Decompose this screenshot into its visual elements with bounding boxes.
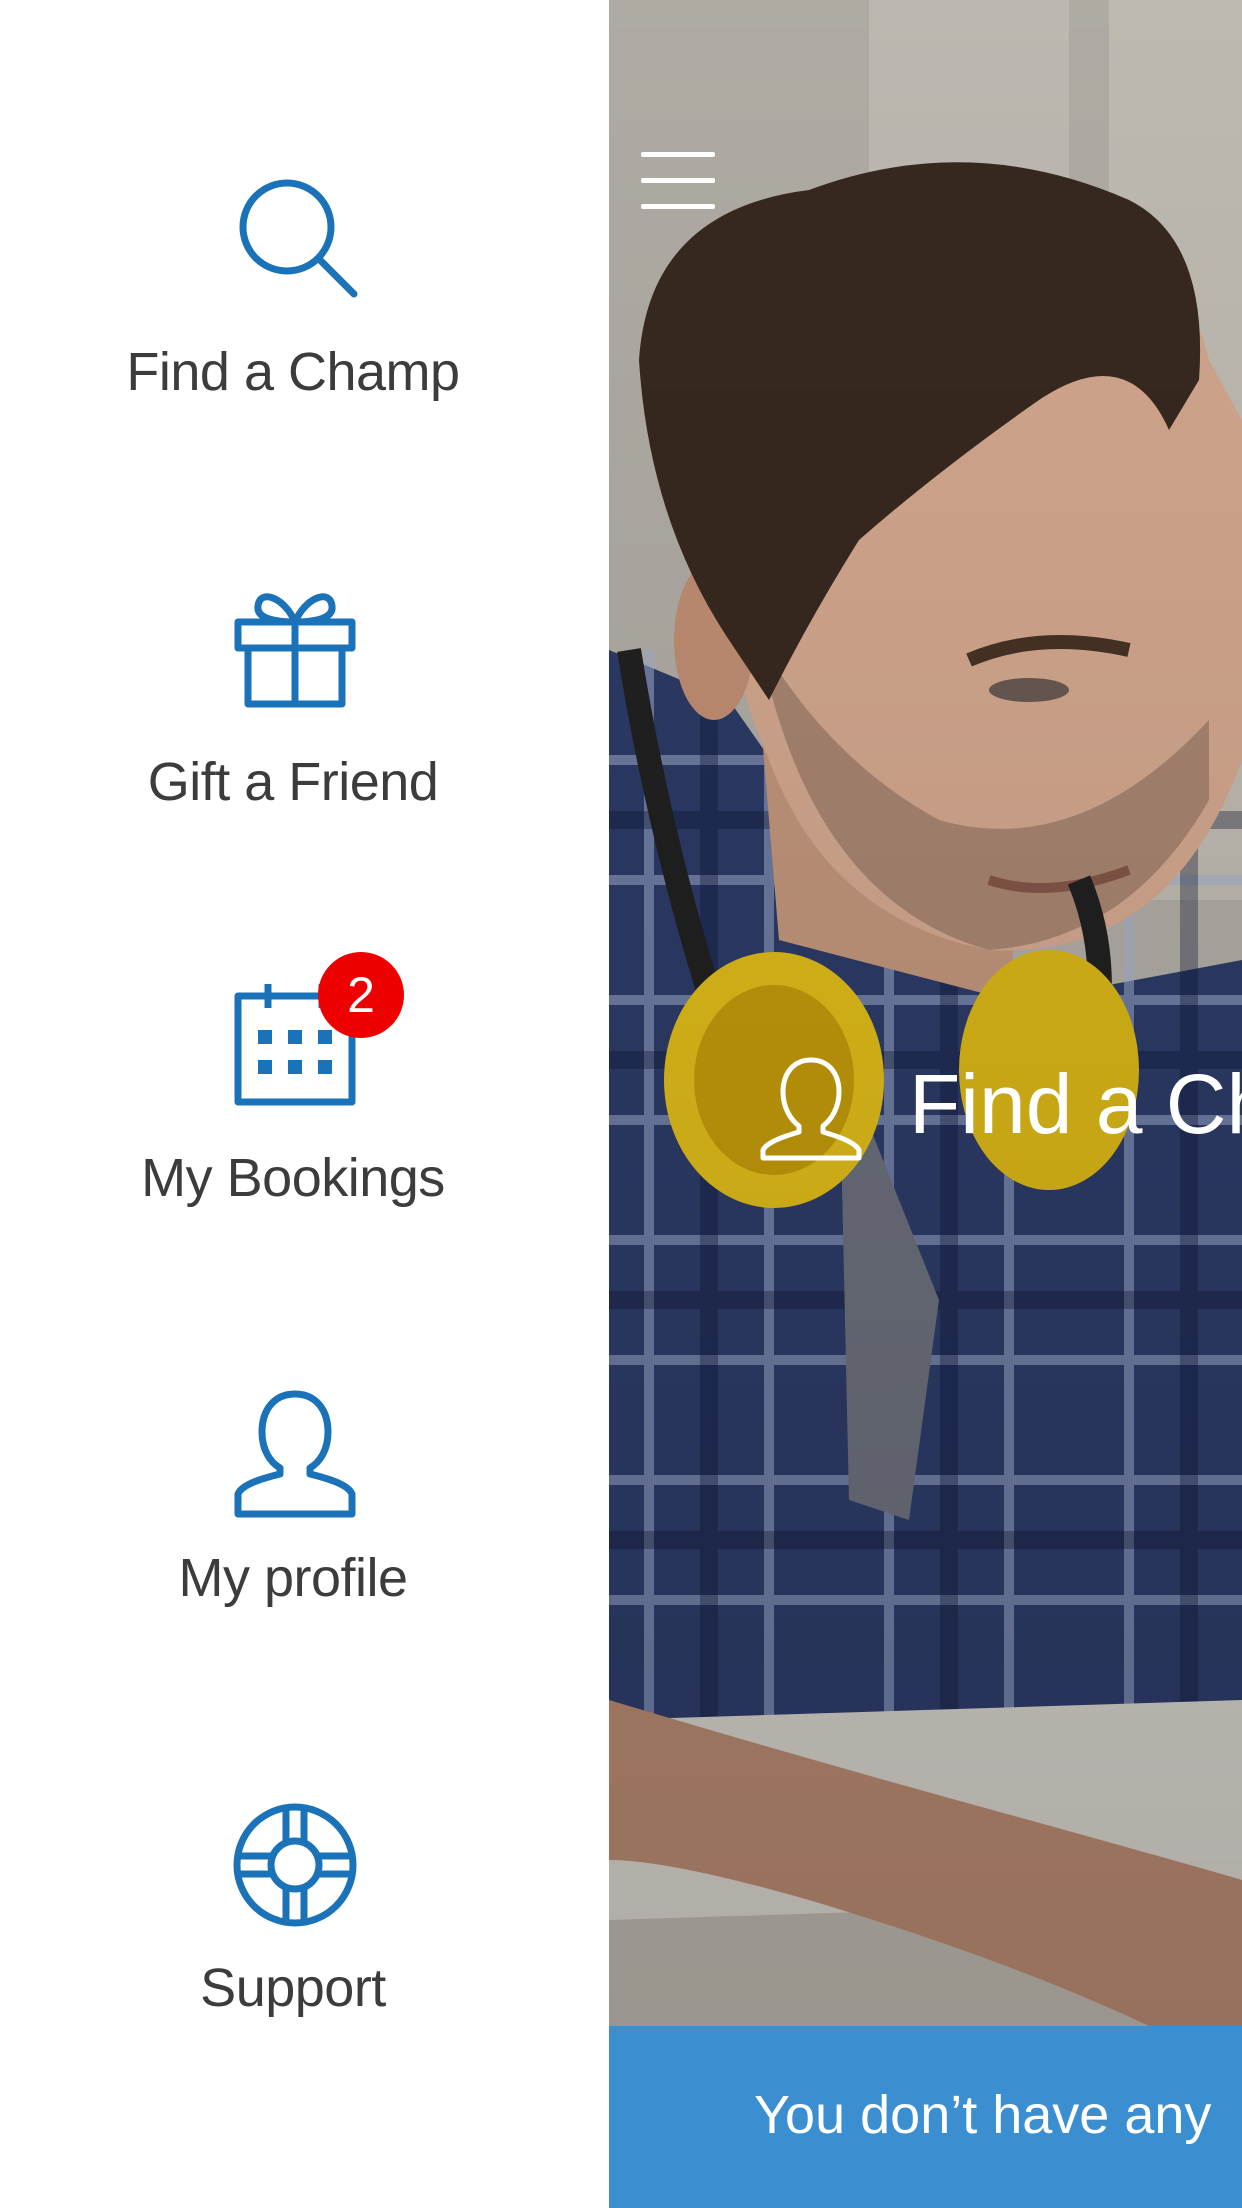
menu-item-support[interactable]: Support (0, 1800, 609, 2030)
bookings-count-badge: 2 (318, 952, 404, 1038)
gift-icon (230, 580, 360, 710)
app-screen: Find a Ch You don’t have any Find a Cham… (0, 0, 1242, 2208)
hamburger-menu-icon[interactable] (641, 148, 717, 212)
side-drawer: Find a Champ Gift a Friend My Bookings 2… (0, 0, 609, 2208)
person-outline-icon (760, 1057, 862, 1161)
menu-item-my-bookings[interactable]: My Bookings (0, 980, 609, 1230)
menu-item-label: My Bookings (141, 1148, 445, 1208)
menu-item-my-profile[interactable]: My profile (0, 1390, 609, 1620)
hero-label[interactable]: Find a Ch (909, 1054, 1242, 1154)
menu-item-label: Gift a Friend (147, 752, 439, 812)
person-icon (230, 1390, 360, 1520)
menu-item-label: Find a Champ (126, 342, 460, 402)
hero-photo (609, 0, 1242, 2026)
bottom-bar-text: You don’t have any (754, 2085, 1212, 2145)
menu-item-gift-a-friend[interactable]: Gift a Friend (0, 580, 609, 840)
menu-item-label: Support (200, 1958, 386, 2018)
photo-shade (609, 0, 1242, 2026)
search-icon (230, 170, 360, 300)
menu-item-find-a-champ[interactable]: Find a Champ (0, 170, 609, 430)
lifebuoy-icon (230, 1800, 360, 1930)
menu-item-label: My profile (178, 1548, 408, 1608)
main-screen: Find a Ch You don’t have any (609, 0, 1242, 2208)
